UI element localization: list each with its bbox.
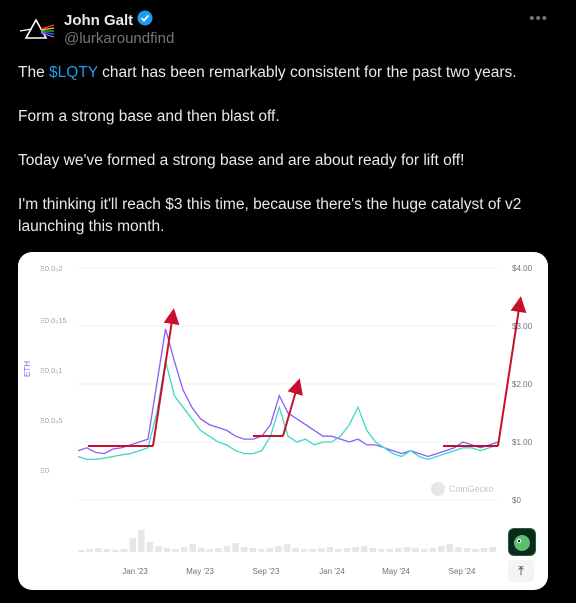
author-name-text[interactable]: John Galt bbox=[64, 12, 133, 29]
volume-bar bbox=[420, 549, 428, 552]
left-axis-label: ETH bbox=[23, 361, 32, 377]
volume-bar bbox=[403, 547, 411, 552]
volume-bar bbox=[103, 549, 111, 552]
x-tick-label: Jan '24 bbox=[319, 567, 345, 576]
x-tick-label: Sep '24 bbox=[449, 567, 476, 576]
volume-bar bbox=[240, 547, 248, 552]
prism-avatar-icon[interactable] bbox=[16, 10, 56, 50]
x-tick-label: Jan '23 bbox=[122, 567, 148, 576]
left-tick-label: Ξ0 bbox=[40, 466, 49, 475]
left-tick-label: Ξ0.0₃1 bbox=[40, 366, 63, 375]
volume-bar bbox=[352, 547, 359, 552]
right-tick-label: $4.00 bbox=[512, 264, 533, 273]
author-handle[interactable]: @lurkaroundfind bbox=[64, 30, 174, 47]
volume-bar bbox=[78, 550, 85, 552]
coingecko-logo-icon[interactable] bbox=[508, 528, 536, 556]
volume-bar bbox=[283, 544, 291, 552]
volume-bar bbox=[446, 544, 454, 552]
verified-badge-icon bbox=[137, 10, 153, 30]
volume-bar bbox=[206, 549, 214, 552]
x-tick-label: May '23 bbox=[186, 567, 214, 576]
tweet: John Galt @lurkaroundfind ••• The $LQTY … bbox=[0, 0, 576, 603]
volume-bar bbox=[172, 549, 179, 552]
volume-bar bbox=[232, 543, 239, 552]
volume-bar bbox=[429, 548, 436, 552]
volume-bar bbox=[155, 546, 162, 552]
volume-bar bbox=[386, 549, 394, 552]
volume-bar bbox=[326, 547, 334, 552]
breakout-arrow-2 bbox=[282, 378, 303, 437]
volume-bar bbox=[455, 547, 462, 552]
tweet-paragraph-2: Form a strong base and then blast off. bbox=[18, 108, 280, 125]
x-tick-label: Sep '23 bbox=[253, 567, 280, 576]
scroll-top-button[interactable]: ⤒ bbox=[508, 560, 534, 582]
volume-bar bbox=[309, 549, 316, 552]
volume-bar bbox=[163, 548, 171, 552]
volume-bar bbox=[249, 548, 256, 552]
right-tick-label: $0 bbox=[512, 496, 521, 505]
tweet-text: The $LQTY chart has been remarkably cons… bbox=[18, 62, 558, 260]
tweet-paragraph-1: The $LQTY chart has been remarkably cons… bbox=[18, 64, 517, 81]
volume-bar bbox=[300, 549, 308, 552]
series-line-eth bbox=[77, 328, 499, 458]
breakout-arrow-3 bbox=[497, 296, 527, 447]
volume-bar bbox=[275, 546, 282, 552]
x-tick-label: May '24 bbox=[382, 567, 410, 576]
volume-bar bbox=[378, 549, 385, 552]
volume-bar bbox=[369, 548, 376, 552]
author-name[interactable]: John Galt bbox=[64, 10, 153, 30]
volume-bar bbox=[86, 549, 94, 552]
chart-image[interactable]: Ξ0.0₃2 Ξ0.0₃15 Ξ0.0₃1 Ξ0.0₄5 Ξ0 $4.00 $3.00 $2… bbox=[18, 252, 548, 590]
volume-bar bbox=[472, 549, 479, 552]
volume-bar bbox=[129, 538, 136, 552]
volume-bar bbox=[120, 549, 128, 552]
volume-bar bbox=[343, 548, 351, 552]
svg-text:CoinGecko: CoinGecko bbox=[449, 484, 494, 494]
annotation-arrows bbox=[88, 296, 527, 447]
tweet-paragraph-4: I'm thinking it'll reach $3 this time, b… bbox=[18, 196, 522, 235]
volume-bar bbox=[112, 550, 119, 552]
volume-bar bbox=[146, 542, 154, 552]
left-tick-label: Ξ0.0₃15 bbox=[40, 316, 67, 325]
volume-bar bbox=[258, 549, 265, 552]
volume-bar bbox=[198, 548, 205, 552]
series-line-usd bbox=[77, 360, 499, 461]
volume-bar bbox=[266, 548, 274, 552]
volume-bar bbox=[189, 544, 196, 552]
volume-bar bbox=[463, 548, 471, 552]
volume-bar bbox=[180, 547, 188, 552]
price-chart: Ξ0.0₃2Ξ0.0₃15Ξ0.0₃1Ξ0.0₄5Ξ0 $4.00$3.00$2… bbox=[23, 264, 533, 576]
volume-bar bbox=[335, 549, 342, 552]
volume-bar bbox=[318, 548, 325, 552]
volume-bar bbox=[292, 548, 299, 552]
right-tick-label: $2.00 bbox=[512, 380, 533, 389]
volume-bar bbox=[95, 548, 102, 552]
cashtag-link[interactable]: $LQTY bbox=[49, 64, 98, 81]
tweet-paragraph-3: Today we've formed a strong base and are… bbox=[18, 152, 465, 169]
volume-bar bbox=[395, 548, 402, 552]
volume-bar bbox=[138, 530, 145, 552]
volume-bar bbox=[223, 546, 231, 552]
volume-bar bbox=[412, 548, 419, 552]
volume-bar bbox=[360, 546, 368, 552]
more-options-icon[interactable]: ••• bbox=[529, 10, 548, 27]
volume-bar bbox=[438, 546, 445, 552]
volume-bar bbox=[215, 548, 222, 552]
volume-bar bbox=[489, 547, 496, 552]
volume-bar bbox=[480, 548, 488, 552]
right-tick-label: $1.00 bbox=[512, 438, 533, 447]
left-tick-label: Ξ0.0₃2 bbox=[40, 264, 63, 273]
coingecko-watermark: CoinGecko bbox=[431, 482, 494, 496]
left-tick-label: Ξ0.0₄5 bbox=[40, 416, 63, 425]
